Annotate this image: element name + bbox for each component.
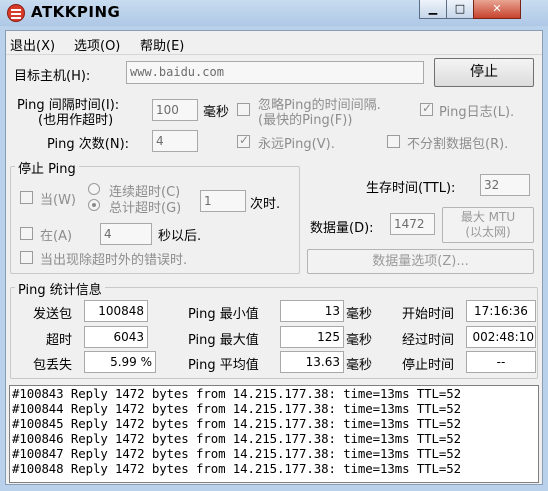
- sent-label: 发送包: [33, 307, 73, 322]
- maximize-button[interactable]: □: [446, 0, 474, 19]
- timeout-label: 超时: [46, 333, 73, 348]
- seconds-after-label: 秒以后.: [158, 229, 202, 244]
- ignore-interval-checkbox[interactable]: [237, 103, 250, 116]
- target-host-label: 目标主机(H):: [14, 69, 91, 84]
- start-time-label: 开始时间: [402, 307, 455, 322]
- log-line: #100847 Reply 1472 bytes from 14.215.177…: [12, 446, 461, 461]
- max-unit: 毫秒: [346, 333, 373, 348]
- avg-unit: 毫秒: [346, 358, 373, 373]
- data-size-label: 数据量(D):: [310, 221, 374, 236]
- ttl-input[interactable]: 32: [480, 174, 530, 196]
- stop-time-label: 停止时间: [402, 358, 455, 373]
- stop-time-value: --: [466, 351, 536, 373]
- total-timeout-label: 总计超时(G): [109, 201, 182, 216]
- loss-value: 5.99 %: [84, 351, 156, 373]
- max-value: 125: [280, 326, 344, 348]
- target-host-input[interactable]: www.baidu.com: [126, 61, 424, 84]
- app-icon: [7, 4, 25, 22]
- avg-label: Ping 平均值: [188, 358, 259, 373]
- min-unit: 毫秒: [346, 307, 373, 322]
- window-title: ATKKPING: [31, 3, 121, 21]
- client-area: 退出(X) 选项(O) 帮助(E) 目标主机(H): www.baidu.com…: [5, 30, 543, 485]
- forever-checkbox[interactable]: [237, 133, 250, 148]
- no-fragment-checkbox[interactable]: [387, 135, 400, 148]
- avg-value: 13.63: [280, 351, 344, 373]
- elapsed-label: 经过时间: [402, 333, 455, 348]
- data-size-options-button[interactable]: 数据量选项(Z)...: [307, 249, 534, 274]
- menu-exit[interactable]: 退出(X): [10, 35, 55, 54]
- log-line: #100843 Reply 1472 bytes from 14.215.177…: [12, 386, 461, 401]
- log-line: #100844 Reply 1472 bytes from 14.215.177…: [12, 401, 461, 416]
- sent-value: 100848: [84, 300, 148, 322]
- interval-input[interactable]: 100: [152, 99, 198, 121]
- ping-log-label: Ping日志(L).: [439, 105, 515, 120]
- forever-label: 永远Ping(V).: [258, 137, 335, 152]
- close-button[interactable]: ✕: [473, 0, 521, 19]
- ignore-interval-label-sub: (最快的Ping(F)): [258, 113, 353, 128]
- stats-group-title: Ping 统计信息: [15, 279, 105, 298]
- log-line: #100848 Reply 1472 bytes from 14.215.177…: [12, 461, 461, 476]
- minimize-button[interactable]: ▁: [419, 0, 447, 19]
- max-label: Ping 最大值: [188, 333, 259, 348]
- log-line: #100845 Reply 1472 bytes from 14.215.177…: [12, 416, 461, 431]
- stop-ping-group-title: 停止 Ping: [15, 158, 79, 177]
- interval-label-sub: (也用作超时): [38, 113, 114, 128]
- timeout-value: 6043: [84, 326, 148, 348]
- log-line: #100846 Reply 1472 bytes from 14.215.177…: [12, 431, 461, 446]
- total-timeout-radio[interactable]: [88, 199, 100, 211]
- stop-on-error-checkbox[interactable]: [20, 251, 33, 264]
- count-input[interactable]: 4: [152, 130, 198, 152]
- max-mtu-button[interactable]: 最大 MTU (以太网): [442, 207, 534, 243]
- stop-when-label: 当(W): [40, 193, 76, 208]
- stop-when-checkbox[interactable]: [20, 191, 33, 204]
- no-fragment-label: 不分割数据包(R).: [407, 137, 509, 152]
- stop-at-seconds-input[interactable]: 4: [100, 223, 152, 245]
- min-value: 13: [280, 300, 344, 322]
- data-size-input[interactable]: 1472: [390, 213, 435, 235]
- count-label: Ping 次数(N):: [47, 137, 130, 152]
- elapsed-value: 002:48:10: [466, 326, 536, 348]
- stop-button[interactable]: 停止: [434, 58, 534, 87]
- stop-at-checkbox[interactable]: [20, 227, 33, 240]
- timeout-count-input[interactable]: 1: [200, 190, 246, 212]
- min-label: Ping 最小值: [188, 307, 259, 322]
- menu-options[interactable]: 选项(O): [74, 35, 120, 54]
- menu-help[interactable]: 帮助(E): [140, 35, 184, 54]
- max-mtu-button-label-sub: (以太网): [465, 225, 511, 239]
- stop-on-error-label: 当出现除超时外的错误时.: [40, 253, 188, 268]
- title-bar[interactable]: ATKKPING ▁ □ ✕: [0, 0, 548, 26]
- stop-at-label: 在(A): [40, 229, 73, 244]
- interval-unit: 毫秒: [203, 105, 230, 120]
- consecutive-timeout-radio[interactable]: [88, 183, 100, 195]
- start-time-value: 17:16:36: [466, 300, 536, 322]
- max-mtu-button-label: 最大 MTU: [460, 210, 516, 224]
- ping-log-output[interactable]: #100843 Reply 1472 bytes from 14.215.177…: [9, 385, 539, 483]
- loss-label: 包丢失: [33, 358, 73, 373]
- ttl-label: 生存时间(TTL):: [366, 181, 456, 196]
- times-label: 次时.: [250, 197, 281, 212]
- menu-divider: [6, 54, 542, 55]
- ping-log-checkbox[interactable]: [420, 101, 433, 116]
